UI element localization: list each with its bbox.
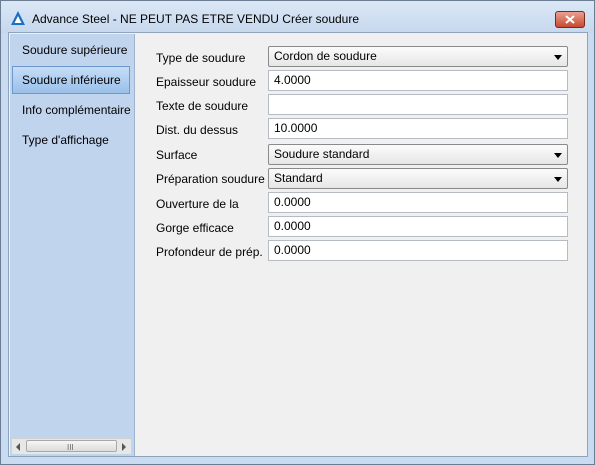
preparation-soudure-label: Préparation soudure [156,172,265,186]
category-sidebar: Soudure supérieure Soudure inférieure In… [10,34,135,456]
gorge-efficace-value: 0.0000 [274,219,311,233]
dist-du-dessus-label: Dist. du dessus [156,123,239,137]
dist-du-dessus-input[interactable]: 10.0000 [268,118,568,139]
gorge-efficace-label: Gorge efficace [156,221,234,235]
type-de-soudure-dropdown[interactable]: Cordon de soudure [268,46,568,67]
sidebar-item-label: Info complémentaire [22,103,131,117]
surface-label: Surface [156,148,198,162]
chevron-down-icon [554,153,562,158]
ouverture-label: Ouverture de la [156,197,239,211]
dist-du-dessus-value: 10.0000 [274,121,318,135]
sidebar-item-soudure-inferieure[interactable]: Soudure inférieure [12,66,130,94]
window-title: Advance Steel - NE PEUT PAS ETRE VENDU C… [32,12,360,26]
sidebar-item-label: Soudure inférieure [22,73,121,87]
sidebar-item-label: Type d'affichage [22,133,109,147]
ouverture-input[interactable]: 0.0000 [268,192,568,213]
close-button[interactable] [555,11,585,28]
surface-value: Soudure standard [274,147,370,161]
sidebar-item-soudure-superieure[interactable]: Soudure supérieure [12,36,130,64]
epaisseur-soudure-value: 4.0000 [274,73,311,87]
ouverture-value: 0.0000 [274,195,311,209]
close-icon [565,15,575,24]
profondeur-de-prep-input[interactable]: 0.0000 [268,240,568,261]
scrollbar-thumb[interactable]: III [26,440,117,452]
dialog-client-area: Soudure supérieure Soudure inférieure In… [8,32,588,457]
scroll-right-arrow-icon[interactable] [122,443,126,451]
advance-steel-logo-icon [10,10,26,26]
sidebar-item-type-affichage[interactable]: Type d'affichage [12,126,130,154]
type-de-soudure-value: Cordon de soudure [274,49,377,63]
texte-de-soudure-input[interactable] [268,94,568,115]
preparation-soudure-value: Standard [274,171,323,185]
preparation-soudure-dropdown[interactable]: Standard [268,168,568,189]
sidebar-item-info-complementaire[interactable]: Info complémentaire [12,96,131,124]
epaisseur-soudure-label: Epaisseur soudure [156,75,257,89]
sidebar-horizontal-scrollbar[interactable]: III [12,438,131,454]
sidebar-item-label: Soudure supérieure [22,43,128,57]
chevron-down-icon [554,55,562,60]
surface-dropdown[interactable]: Soudure standard [268,144,568,165]
profondeur-de-prep-label: Profondeur de prép. [156,245,263,259]
chevron-down-icon [554,177,562,182]
scroll-left-arrow-icon[interactable] [16,443,20,451]
gorge-efficace-input[interactable]: 0.0000 [268,216,568,237]
title-bar[interactable]: Advance Steel - NE PEUT PAS ETRE VENDU C… [1,1,594,33]
type-de-soudure-label: Type de soudure [156,51,246,65]
scrollbar-grip: III [67,443,74,452]
profondeur-de-prep-value: 0.0000 [274,243,311,257]
texte-de-soudure-label: Texte de soudure [156,99,249,113]
epaisseur-soudure-input[interactable]: 4.0000 [268,70,568,91]
dialog-window: Advance Steel - NE PEUT PAS ETRE VENDU C… [0,0,595,465]
